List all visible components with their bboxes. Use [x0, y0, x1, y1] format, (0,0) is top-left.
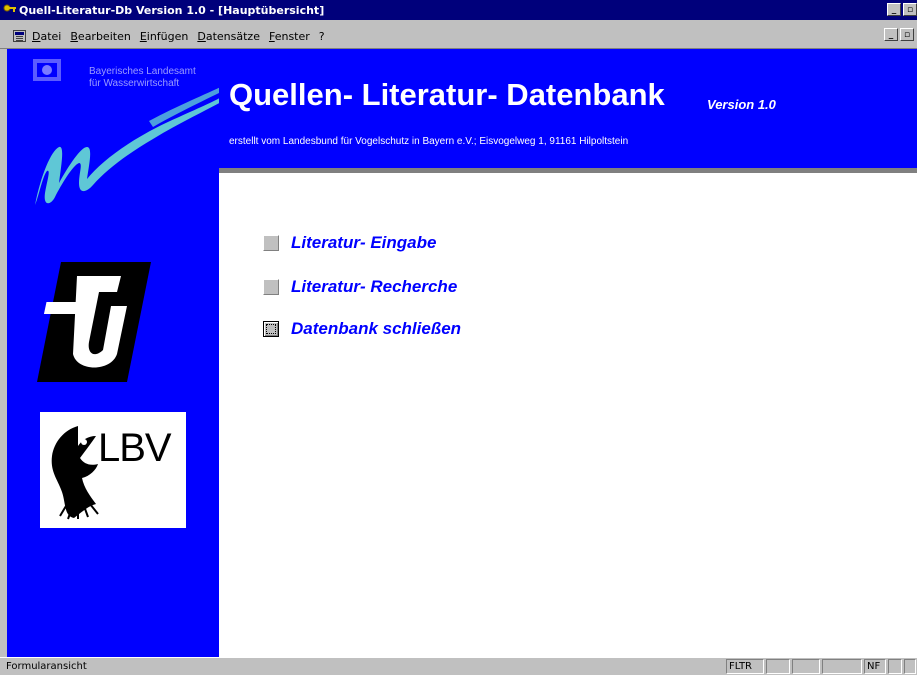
- lfw-wave-shape: [35, 95, 225, 205]
- tf-logo-icon: [37, 262, 151, 382]
- status-panel-7: [904, 659, 916, 674]
- restore-button[interactable]: ▫: [903, 3, 917, 16]
- menu-fenster[interactable]: Fenster: [269, 30, 310, 43]
- recherche-button[interactable]: [263, 279, 279, 295]
- status-panel-2: [766, 659, 790, 674]
- page-title: Quellen- Literatur- Datenbank: [229, 77, 665, 112]
- status-bar: Formularansicht FLTR NF: [0, 657, 917, 675]
- key-icon: [3, 4, 16, 12]
- menu-bearbeiten[interactable]: Bearbeiten: [70, 30, 130, 43]
- status-panel-4: [822, 659, 862, 674]
- window-title: Quell-Literatur-Db Version 1.0 - [Hauptü…: [19, 3, 325, 17]
- status-panel-nf: NF: [864, 659, 886, 674]
- close-database-label[interactable]: Datenbank schließen: [291, 319, 461, 339]
- lbv-logo: LBV: [40, 412, 186, 528]
- version-label: Version 1.0: [707, 97, 776, 112]
- main-form: Bayerisches Landesamt für Wasserwirtscha…: [0, 49, 917, 657]
- lfw-name: Bayerisches Landesamt für Wasserwirtscha…: [89, 66, 196, 90]
- form-window-icon[interactable]: [13, 30, 26, 42]
- menu-row-eingabe[interactable]: Literatur- Eingabe: [263, 233, 436, 253]
- menu-row-schliessen[interactable]: Datenbank schließen: [263, 319, 461, 339]
- window-title-bar[interactable]: Quell-Literatur-Db Version 1.0 - [Hauptü…: [0, 0, 917, 20]
- menu-bar: Datei Bearbeiten Einfügen Datensätze Fen…: [0, 20, 917, 49]
- doc-restore-button[interactable]: ▫: [900, 28, 914, 41]
- page-subtitle: erstellt vom Landesbund für Vogelschutz …: [229, 136, 629, 147]
- close-database-button[interactable]: [263, 321, 279, 337]
- form-border: [0, 49, 7, 657]
- window-controls: _ ▫: [887, 3, 917, 16]
- menu-datensaetze[interactable]: Datensätze: [197, 30, 260, 43]
- bird-icon: [51, 426, 99, 520]
- minimize-button[interactable]: _: [887, 3, 901, 16]
- document-window-controls: _ ▫: [884, 28, 914, 41]
- header-divider: [219, 168, 917, 173]
- lfw-line-1: Bayerisches Landesamt: [89, 66, 196, 77]
- menu-einfuegen[interactable]: Einfügen: [140, 30, 189, 43]
- eingabe-button[interactable]: [263, 235, 279, 251]
- status-text: Formularansicht: [6, 661, 87, 672]
- doc-minimize-button[interactable]: _: [884, 28, 898, 41]
- lfw-line-2: für Wasserwirtschaft: [89, 78, 180, 89]
- status-panel-3: [792, 659, 820, 674]
- menu-help[interactable]: ?: [319, 30, 325, 43]
- lfw-logo: Bayerisches Landesamt für Wasserwirtscha…: [29, 55, 229, 225]
- lbv-text: LBV: [98, 426, 172, 470]
- menu-datei[interactable]: Datei: [32, 30, 61, 43]
- recherche-label[interactable]: Literatur- Recherche: [291, 277, 457, 297]
- menu-row-recherche[interactable]: Literatur- Recherche: [263, 277, 457, 297]
- status-panel-fltr: FLTR: [726, 659, 764, 674]
- sidebar: Bayerisches Landesamt für Wasserwirtscha…: [7, 49, 227, 657]
- status-panel-6: [888, 659, 902, 674]
- eingabe-label[interactable]: Literatur- Eingabe: [291, 233, 436, 253]
